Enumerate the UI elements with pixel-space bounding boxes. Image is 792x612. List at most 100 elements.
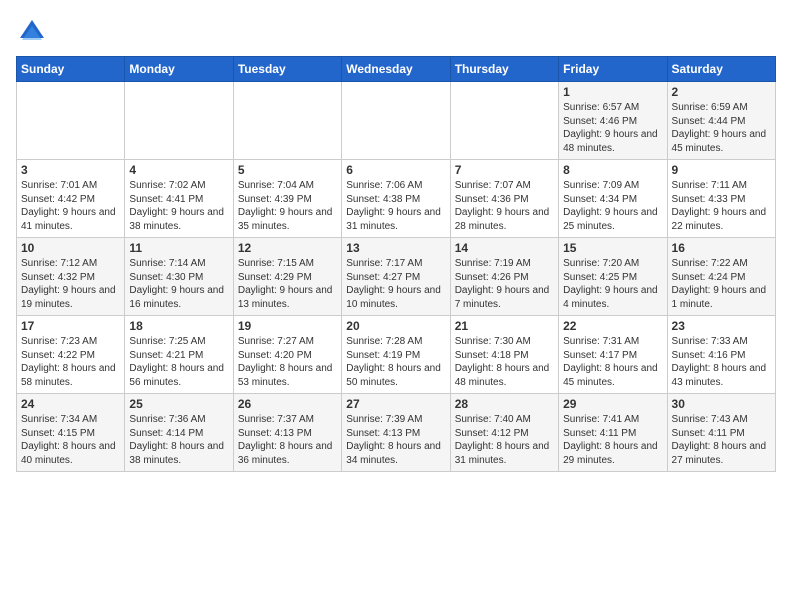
day-number: 28 <box>455 397 554 411</box>
day-number: 11 <box>129 241 228 255</box>
calendar-cell: 6 Sunrise: 7:06 AM Sunset: 4:38 PM Daylig… <box>342 160 450 238</box>
weekday-header: Monday <box>125 57 233 82</box>
calendar-cell: 19 Sunrise: 7:27 AM Sunset: 4:20 PM Dayli… <box>233 316 341 394</box>
calendar-cell: 14Sunrise: 7:19 AM Sunset: 4:26 PM Dayli… <box>450 238 558 316</box>
calendar-cell: 23 Sunrise: 7:33 AM Sunset: 4:16 PM Dayli… <box>667 316 775 394</box>
day-number: 20 <box>346 319 445 333</box>
day-info: Sunrise: 7:20 AM Sunset: 4:25 PM Dayligh… <box>563 257 662 311</box>
calendar-week-row: 17Sunrise: 7:23 AM Sunset: 4:22 PM Dayli… <box>17 316 776 394</box>
day-number: 21 <box>455 319 554 333</box>
calendar-cell: 24 Sunrise: 7:34 AM Sunset: 4:15 PM Dayli… <box>17 394 125 472</box>
day-info: Sunrise: 7:12 AM Sunset: 4:32 PM Dayligh… <box>21 257 120 311</box>
day-info: Sunrise: 7:40 AM Sunset: 4:12 PM Dayligh… <box>455 413 554 467</box>
day-info: Sunrise: 7:27 AM Sunset: 4:20 PM Dayligh… <box>238 335 337 389</box>
day-info: Sunrise: 7:22 AM Sunset: 4:24 PM Dayligh… <box>672 257 771 311</box>
day-number: 18 <box>129 319 228 333</box>
day-info: Sunrise: 6:59 AM Sunset: 4:44 PM Dayligh… <box>672 101 771 155</box>
weekday-header: Thursday <box>450 57 558 82</box>
weekday-header: Saturday <box>667 57 775 82</box>
day-info: Sunrise: 7:09 AM Sunset: 4:34 PM Dayligh… <box>563 179 662 233</box>
day-number: 30 <box>672 397 771 411</box>
day-info: Sunrise: 7:33 AM Sunset: 4:16 PM Dayligh… <box>672 335 771 389</box>
calendar-cell <box>17 82 125 160</box>
calendar-cell: 12Sunrise: 7:15 AM Sunset: 4:29 PM Dayli… <box>233 238 341 316</box>
day-number: 2 <box>672 85 771 99</box>
day-number: 17 <box>21 319 120 333</box>
day-number: 4 <box>129 163 228 177</box>
calendar-cell: 13 Sunrise: 7:17 AM Sunset: 4:27 PM Dayli… <box>342 238 450 316</box>
day-number: 3 <box>21 163 120 177</box>
weekday-header: Wednesday <box>342 57 450 82</box>
calendar-cell: 26 Sunrise: 7:37 AM Sunset: 4:13 PM Dayli… <box>233 394 341 472</box>
logo <box>16 16 52 48</box>
calendar-cell: 18 Sunrise: 7:25 AM Sunset: 4:21 PM Dayli… <box>125 316 233 394</box>
day-info: Sunrise: 7:14 AM Sunset: 4:30 PM Dayligh… <box>129 257 228 311</box>
day-info: Sunrise: 7:30 AM Sunset: 4:18 PM Dayligh… <box>455 335 554 389</box>
calendar-week-row: 3 Sunrise: 7:01 AM Sunset: 4:42 PM Daylig… <box>17 160 776 238</box>
day-info: Sunrise: 7:36 AM Sunset: 4:14 PM Dayligh… <box>129 413 228 467</box>
calendar-cell: 1 Sunrise: 6:57 AM Sunset: 4:46 PM Daylig… <box>559 82 667 160</box>
day-number: 14 <box>455 241 554 255</box>
day-number: 13 <box>346 241 445 255</box>
day-info: Sunrise: 6:57 AM Sunset: 4:46 PM Dayligh… <box>563 101 662 155</box>
day-info: Sunrise: 7:15 AM Sunset: 4:29 PM Dayligh… <box>238 257 337 311</box>
day-info: Sunrise: 7:31 AM Sunset: 4:17 PM Dayligh… <box>563 335 662 389</box>
day-info: Sunrise: 7:37 AM Sunset: 4:13 PM Dayligh… <box>238 413 337 467</box>
day-number: 6 <box>346 163 445 177</box>
calendar-cell <box>233 82 341 160</box>
day-number: 16 <box>672 241 771 255</box>
day-info: Sunrise: 7:01 AM Sunset: 4:42 PM Dayligh… <box>21 179 120 233</box>
day-info: Sunrise: 7:28 AM Sunset: 4:19 PM Dayligh… <box>346 335 445 389</box>
day-number: 1 <box>563 85 662 99</box>
page-header <box>16 16 776 48</box>
day-number: 15 <box>563 241 662 255</box>
day-info: Sunrise: 7:11 AM Sunset: 4:33 PM Dayligh… <box>672 179 771 233</box>
day-info: Sunrise: 7:02 AM Sunset: 4:41 PM Dayligh… <box>129 179 228 233</box>
day-info: Sunrise: 7:04 AM Sunset: 4:39 PM Dayligh… <box>238 179 337 233</box>
calendar-cell: 8 Sunrise: 7:09 AM Sunset: 4:34 PM Daylig… <box>559 160 667 238</box>
calendar-cell: 11 Sunrise: 7:14 AM Sunset: 4:30 PM Dayli… <box>125 238 233 316</box>
day-info: Sunrise: 7:17 AM Sunset: 4:27 PM Dayligh… <box>346 257 445 311</box>
calendar-cell: 3 Sunrise: 7:01 AM Sunset: 4:42 PM Daylig… <box>17 160 125 238</box>
day-number: 5 <box>238 163 337 177</box>
calendar-cell: 5 Sunrise: 7:04 AM Sunset: 4:39 PM Daylig… <box>233 160 341 238</box>
day-info: Sunrise: 7:39 AM Sunset: 4:13 PM Dayligh… <box>346 413 445 467</box>
calendar-cell: 21 Sunrise: 7:30 AM Sunset: 4:18 PM Dayli… <box>450 316 558 394</box>
day-number: 19 <box>238 319 337 333</box>
day-info: Sunrise: 7:06 AM Sunset: 4:38 PM Dayligh… <box>346 179 445 233</box>
calendar-cell: 20 Sunrise: 7:28 AM Sunset: 4:19 PM Dayli… <box>342 316 450 394</box>
logo-icon <box>16 16 48 48</box>
day-number: 24 <box>21 397 120 411</box>
day-info: Sunrise: 7:41 AM Sunset: 4:11 PM Dayligh… <box>563 413 662 467</box>
day-number: 10 <box>21 241 120 255</box>
day-number: 8 <box>563 163 662 177</box>
day-number: 27 <box>346 397 445 411</box>
calendar-cell: 7 Sunrise: 7:07 AM Sunset: 4:36 PM Daylig… <box>450 160 558 238</box>
calendar-cell: 22Sunrise: 7:31 AM Sunset: 4:17 PM Dayli… <box>559 316 667 394</box>
day-info: Sunrise: 7:43 AM Sunset: 4:11 PM Dayligh… <box>672 413 771 467</box>
weekday-header: Friday <box>559 57 667 82</box>
weekday-header-row: SundayMondayTuesdayWednesdayThursdayFrid… <box>17 57 776 82</box>
calendar-cell: 15 Sunrise: 7:20 AM Sunset: 4:25 PM Dayli… <box>559 238 667 316</box>
day-number: 23 <box>672 319 771 333</box>
calendar-cell: 9Sunrise: 7:11 AM Sunset: 4:33 PM Daylig… <box>667 160 775 238</box>
calendar-cell: 10 Sunrise: 7:12 AM Sunset: 4:32 PM Dayli… <box>17 238 125 316</box>
day-info: Sunrise: 7:07 AM Sunset: 4:36 PM Dayligh… <box>455 179 554 233</box>
calendar-cell <box>125 82 233 160</box>
day-number: 7 <box>455 163 554 177</box>
day-number: 25 <box>129 397 228 411</box>
calendar-table: SundayMondayTuesdayWednesdayThursdayFrid… <box>16 56 776 472</box>
calendar-cell <box>450 82 558 160</box>
calendar-week-row: 10 Sunrise: 7:12 AM Sunset: 4:32 PM Dayli… <box>17 238 776 316</box>
calendar-week-row: 24 Sunrise: 7:34 AM Sunset: 4:15 PM Dayli… <box>17 394 776 472</box>
calendar-cell: 16 Sunrise: 7:22 AM Sunset: 4:24 PM Dayli… <box>667 238 775 316</box>
calendar-cell: 17Sunrise: 7:23 AM Sunset: 4:22 PM Dayli… <box>17 316 125 394</box>
calendar-cell: 2 Sunrise: 6:59 AM Sunset: 4:44 PM Daylig… <box>667 82 775 160</box>
calendar-cell: 29Sunrise: 7:41 AM Sunset: 4:11 PM Dayli… <box>559 394 667 472</box>
calendar-cell: 25 Sunrise: 7:36 AM Sunset: 4:14 PM Dayli… <box>125 394 233 472</box>
day-number: 26 <box>238 397 337 411</box>
day-info: Sunrise: 7:25 AM Sunset: 4:21 PM Dayligh… <box>129 335 228 389</box>
day-info: Sunrise: 7:34 AM Sunset: 4:15 PM Dayligh… <box>21 413 120 467</box>
calendar-cell: 4 Sunrise: 7:02 AM Sunset: 4:41 PM Daylig… <box>125 160 233 238</box>
calendar-cell: 30 Sunrise: 7:43 AM Sunset: 4:11 PM Dayli… <box>667 394 775 472</box>
